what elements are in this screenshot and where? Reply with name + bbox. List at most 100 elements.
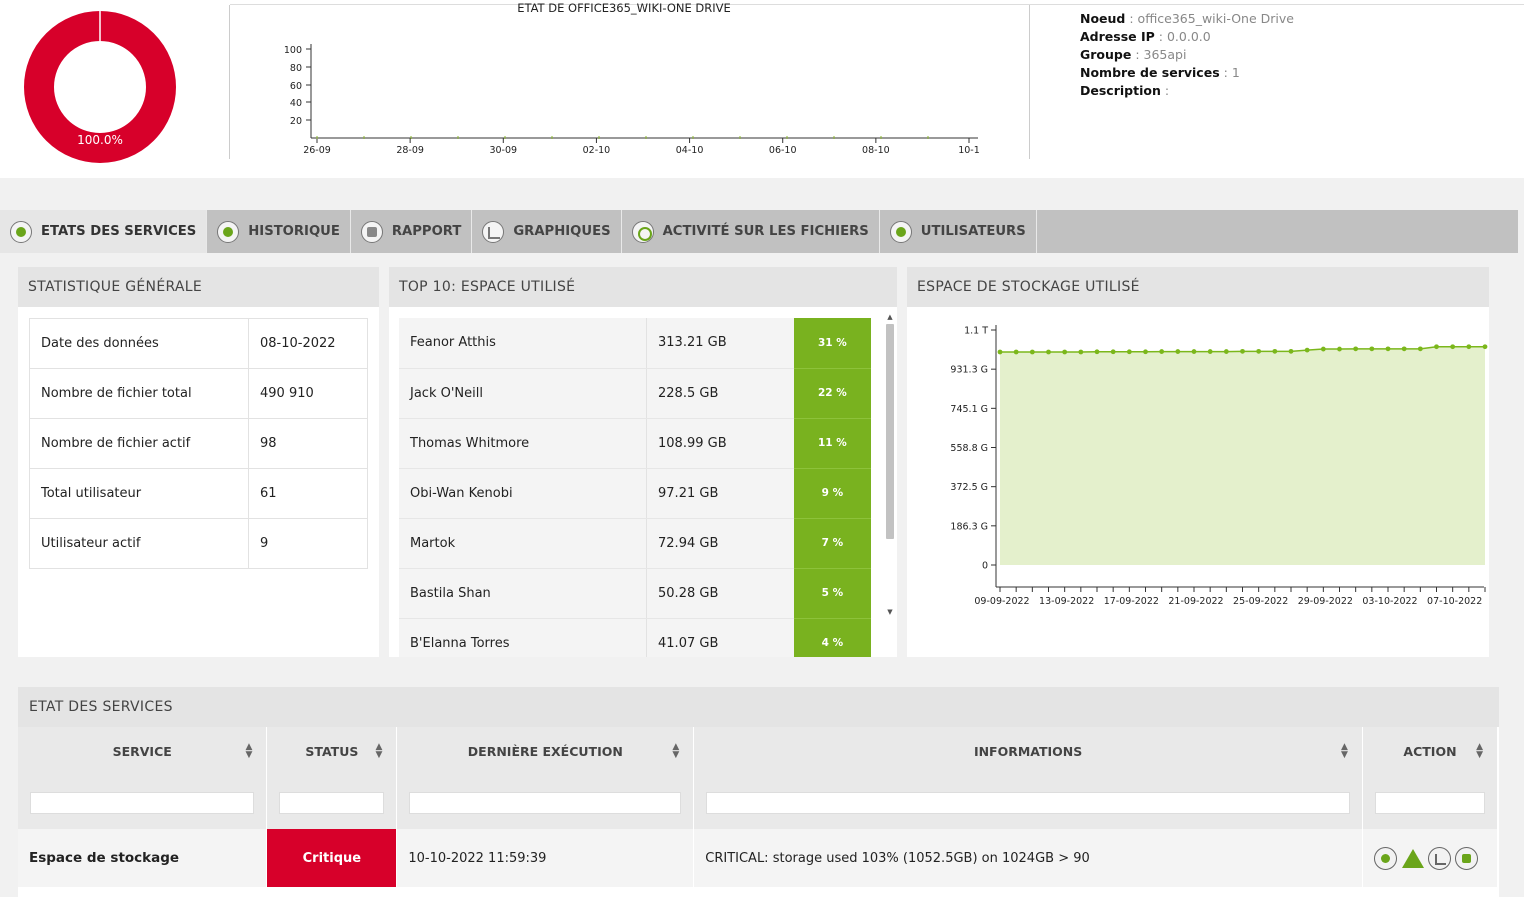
scroll-thumb[interactable]	[886, 324, 894, 539]
user-percent-badge: 7 %	[793, 518, 871, 569]
sort-icon[interactable]: ▲ ▼	[672, 743, 679, 760]
tab-etats-des-services[interactable]: ETATS DES SERVICES	[0, 210, 208, 253]
storage-point[interactable]	[1272, 348, 1278, 354]
state-chart-y-tick-label: 20	[290, 116, 302, 127]
column-header-2[interactable]: DERNIÈRE EXÉCUTION ▲ ▼	[396, 727, 695, 776]
storage-point[interactable]	[1029, 349, 1035, 355]
list-item[interactable]: B'Elanna Torres 41.07 GB 4 %	[399, 618, 871, 657]
user-name: Feanor Atthis	[399, 318, 648, 369]
storage-y-tick-label: 931.3 G	[950, 365, 988, 376]
tab-graphiques[interactable]: GRAPHIQUES	[472, 210, 622, 253]
storage-point[interactable]	[1126, 349, 1132, 355]
user-name: Martok	[399, 518, 648, 569]
storage-point[interactable]	[1191, 349, 1197, 354]
filter-cell	[396, 776, 695, 829]
column-header-1[interactable]: STATUS ▲ ▼	[266, 727, 398, 776]
list-item[interactable]: Jack O'Neill 228.5 GB 22 %	[399, 368, 871, 419]
storage-x-tick-label: 29-09-2022	[1298, 596, 1353, 607]
column-header-3[interactable]: INFORMATIONS ▲ ▼	[693, 727, 1363, 776]
list-item[interactable]: Martok 72.94 GB 7 %	[399, 518, 871, 569]
list-item[interactable]: Obi-Wan Kenobi 97.21 GB 9 %	[399, 468, 871, 519]
storage-point[interactable]	[1207, 349, 1213, 354]
storage-point[interactable]	[1385, 346, 1391, 352]
tab-label: UTILISATEURS	[920, 224, 1026, 239]
list-item[interactable]: Thomas Whitmore 108.99 GB 11 %	[399, 418, 871, 469]
scroll-down-arrow-icon[interactable]: ▼	[885, 607, 895, 617]
acknowledge-icon[interactable]	[1401, 847, 1424, 870]
node-info-row: Noeud : office365_wiki-One Drive	[1080, 10, 1294, 28]
storage-point[interactable]	[1159, 349, 1165, 354]
table-row: Total utilisateur 61	[29, 468, 368, 519]
storage-point[interactable]	[1175, 349, 1181, 354]
storage-point[interactable]	[1240, 348, 1245, 354]
sort-icon[interactable]: ▲ ▼	[375, 743, 382, 760]
storage-point[interactable]	[1062, 349, 1068, 355]
column-header-0[interactable]: SERVICE ▲ ▼	[18, 727, 268, 776]
table-row: Nombre de fichier actif 98	[29, 418, 368, 469]
column-header-label: STATUS	[305, 744, 359, 759]
column-header-4[interactable]: ACTION ▲ ▼	[1362, 727, 1499, 776]
storage-point[interactable]	[1434, 344, 1439, 350]
storage-point[interactable]	[1450, 344, 1456, 350]
user-name: Jack O'Neill	[399, 368, 648, 419]
services-title: ETAT DES SERVICES	[18, 687, 1499, 727]
column-filter-input[interactable]	[279, 791, 385, 814]
state-chart-title: ETAT DE OFFICE365_WIKI-ONE DRIVE	[517, 1, 731, 15]
scroll-up-arrow-icon[interactable]: ▲	[885, 312, 895, 322]
tab-historique[interactable]: HISTORIQUE	[207, 210, 351, 253]
user-percent-badge: 9 %	[793, 468, 871, 519]
list-item[interactable]: Bastila Shan 50.28 GB 5 %	[399, 568, 871, 619]
vertical-separator	[229, 5, 230, 159]
storage-point[interactable]	[1110, 349, 1116, 355]
storage-point[interactable]	[1417, 346, 1423, 352]
tab-utilisateurs[interactable]: UTILISATEURS	[880, 210, 1037, 253]
storage-point[interactable]	[1304, 347, 1310, 353]
stat-label: Nombre de fichier total	[29, 368, 249, 419]
list-item[interactable]: Feanor Atthis 313.21 GB 31 %	[399, 318, 871, 369]
node-info-sep: :	[1219, 65, 1232, 80]
storage-point[interactable]	[1369, 346, 1375, 352]
storage-point[interactable]	[1046, 349, 1051, 355]
top10-panel: TOP 10: ESPACE UTILISÉ Feanor Atthis 313.…	[389, 267, 897, 657]
storage-point[interactable]	[1353, 346, 1359, 352]
storage-point[interactable]	[1143, 349, 1148, 355]
graph-icon[interactable]	[1427, 846, 1451, 870]
user-space: 50.28 GB	[646, 568, 794, 619]
storage-point[interactable]	[1401, 346, 1407, 352]
storage-x-tick-label: 09-09-2022	[974, 596, 1029, 607]
storage-x-tick-label: 17-09-2022	[1104, 596, 1159, 607]
storage-point[interactable]	[1320, 346, 1326, 352]
tab-rapport[interactable]: RAPPORT	[351, 210, 473, 253]
storage-point[interactable]	[997, 349, 1003, 355]
column-filter-input[interactable]	[409, 791, 682, 814]
services-panel: ETAT DES SERVICES SERVICE ▲ ▼ STATUS ▲ ▼ DERNI…	[18, 687, 1499, 897]
top10-scrollbar[interactable]: ▲ ▼	[885, 312, 895, 617]
scroll-track[interactable]	[886, 324, 894, 609]
sort-icon[interactable]: ▲ ▼	[1341, 743, 1348, 760]
schedule-icon[interactable]	[1454, 846, 1478, 870]
storage-point[interactable]	[1078, 349, 1084, 355]
sort-icon[interactable]: ▲ ▼	[1476, 743, 1483, 760]
storage-point[interactable]	[1482, 344, 1488, 350]
user-space: 72.94 GB	[646, 518, 794, 569]
storage-point[interactable]	[1013, 349, 1019, 355]
storage-point[interactable]	[1223, 349, 1229, 354]
column-filter-input[interactable]	[30, 791, 255, 814]
column-filter-input[interactable]	[706, 791, 1350, 814]
column-header-label: SERVICE	[112, 744, 172, 759]
storage-point[interactable]	[1094, 349, 1100, 355]
storage-point[interactable]	[1288, 348, 1294, 354]
storage-point[interactable]	[1466, 344, 1472, 350]
service-name[interactable]: Espace de stockage	[18, 829, 268, 887]
node-info-row: Adresse IP : 0.0.0.0	[1080, 28, 1294, 46]
user-space: 228.5 GB	[646, 368, 794, 419]
general-stats-table: Date des données 08-10-2022 Nombre de fich…	[29, 318, 368, 569]
tab-activit-sur-les-fichiers[interactable]: ACTIVITÉ SUR LES FICHIERS	[622, 210, 880, 253]
storage-point[interactable]	[1337, 346, 1342, 352]
storage-point[interactable]	[1256, 348, 1262, 354]
table-row[interactable]: Espace de stockage Critique 10-10-2022 1…	[18, 829, 1499, 887]
top10-list[interactable]: Feanor Atthis 313.21 GB 31 % Jack O'Neill 22…	[399, 318, 871, 657]
sort-icon[interactable]: ▲ ▼	[245, 743, 252, 760]
column-filter-input[interactable]	[1374, 791, 1485, 814]
settings-icon[interactable]	[1373, 846, 1397, 870]
